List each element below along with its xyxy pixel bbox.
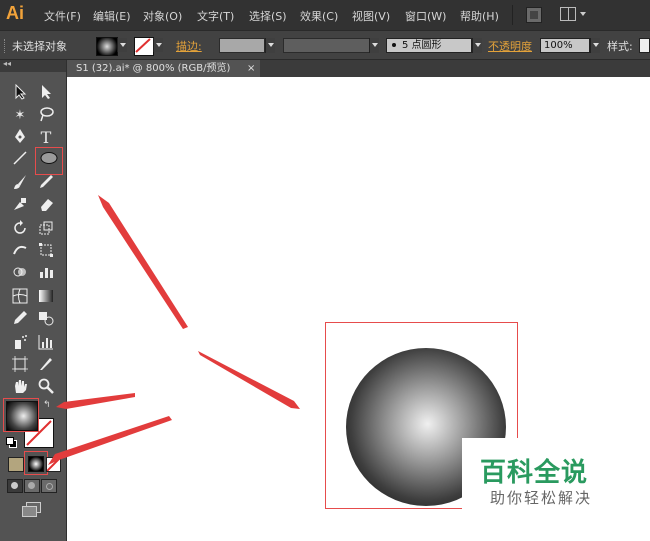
annotation-arrow xyxy=(198,351,300,409)
annotation-arrow xyxy=(98,195,188,329)
annotation-arrow xyxy=(48,416,172,465)
watermark-title: 百科全说 xyxy=(480,458,589,488)
annotation-arrow xyxy=(56,393,135,409)
watermark-subtitle: 助你轻松解决 xyxy=(490,489,593,507)
